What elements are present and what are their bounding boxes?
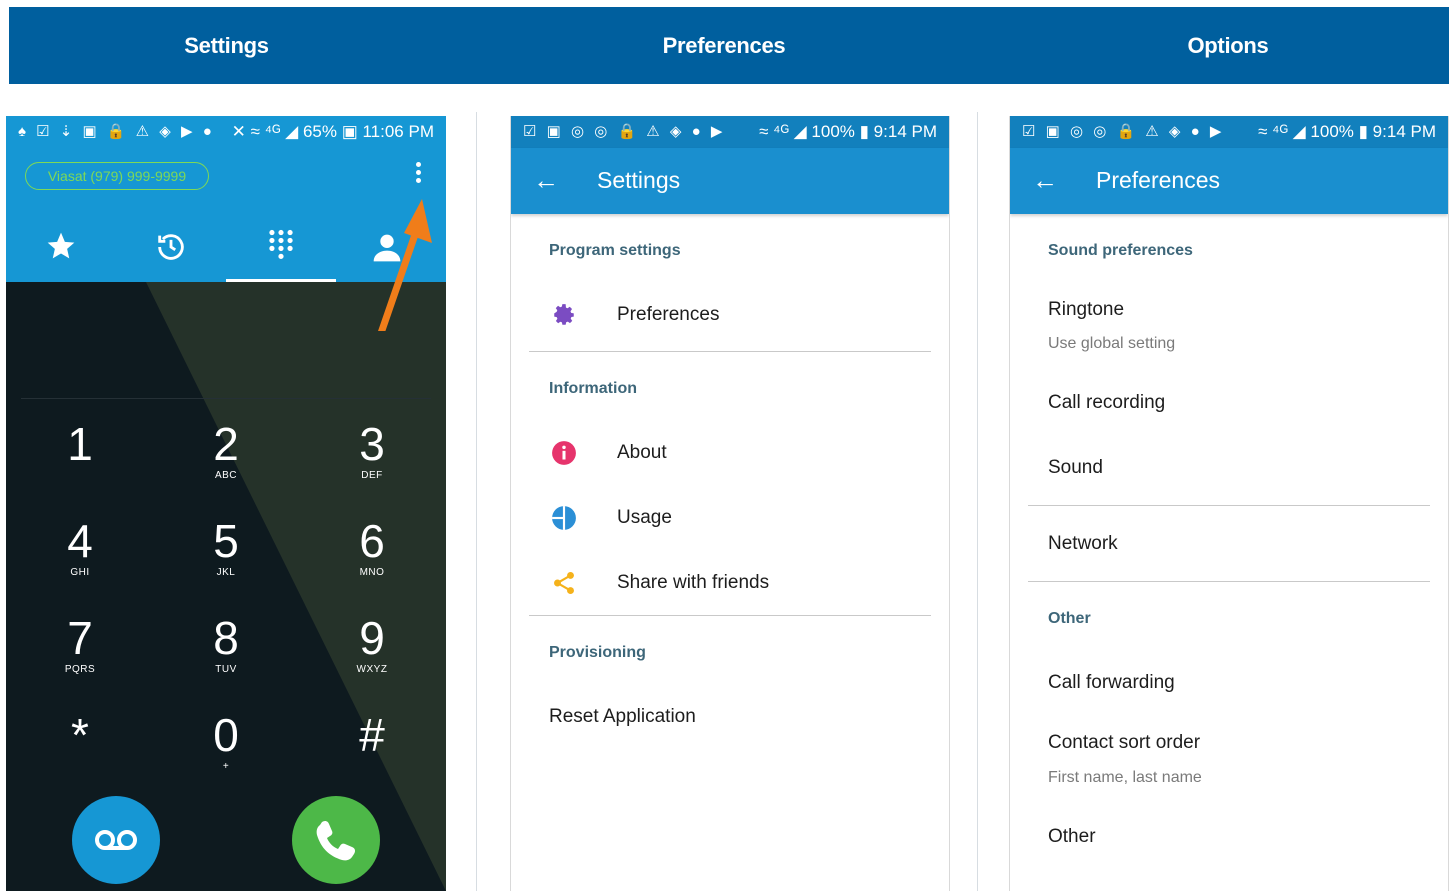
dialpad-key[interactable]: 1 [20, 418, 140, 470]
caller-id-button[interactable]: Viasat (979) 999-9999 [25, 162, 209, 190]
key-letters: GHI [70, 567, 90, 578]
voicemail-button[interactable] [72, 796, 160, 884]
favorites-tab[interactable] [6, 222, 116, 278]
ringtone-value: Use global setting [1048, 335, 1176, 352]
key-digit: 9 [359, 612, 385, 664]
status-right: ✕ ≈ ⁴ᴳ ◢ 65% ▣ 11:06 PM [231, 122, 434, 141]
key-digit: 1 [67, 418, 93, 470]
back-arrow-icon[interactable]: ← [533, 162, 559, 198]
key-digit: 2 [213, 418, 239, 470]
divider [1028, 505, 1430, 506]
call-button[interactable] [292, 796, 380, 884]
dialpad-key[interactable]: # [312, 709, 432, 761]
status-bar: ♠ ☑ ⇣ ▣ 🔒 ⚠ ◈ ▶ ● ✕ ≈ ⁴ᴳ ◢ 65% ▣ 11:06 P… [6, 116, 446, 148]
key-digit: 8 [213, 612, 239, 664]
usage-pie-icon [552, 506, 576, 530]
history-icon [158, 234, 184, 260]
back-arrow-icon[interactable]: ← [1032, 162, 1058, 198]
star-icon [47, 232, 75, 259]
dialpad-key[interactable]: 0 + [166, 709, 286, 773]
app-bar: ← Settings [511, 148, 949, 214]
share-icon [554, 571, 574, 595]
dialpad-tab[interactable] [226, 222, 336, 282]
more-options-icon[interactable] [411, 162, 425, 188]
dialpad-icon [269, 229, 293, 259]
key-letters: PQRS [64, 664, 96, 675]
key-digit: # [359, 709, 385, 761]
divider [1028, 581, 1430, 582]
contact-sort-order-item[interactable]: Contact sort order [1048, 732, 1200, 754]
screen-title: Settings [597, 167, 681, 193]
dialpad-key[interactable]: 6 MNO [312, 515, 432, 579]
ringtone-item[interactable]: Ringtone [1048, 299, 1124, 321]
header-bar: Settings Preferences Options [9, 7, 1449, 84]
settings-screen: ☑ ▣ ◎ ◎ 🔒 ⚠ ◈ ● ▶ ≈ ⁴ᴳ ◢ 100% ▮ 9:14 PM … [510, 116, 950, 891]
key-digit: 7 [67, 612, 93, 664]
section-program-settings: Program settings [549, 242, 681, 259]
header-settings: Settings [184, 33, 269, 58]
column-divider [977, 112, 978, 891]
annotation-arrow [378, 199, 432, 331]
dialer-screen: ♠ ☑ ⇣ ▣ 🔒 ⚠ ◈ ▶ ● ✕ ≈ ⁴ᴳ ◢ 65% ▣ 11:06 P… [6, 116, 446, 891]
section-information: Information [549, 380, 637, 397]
divider [21, 398, 431, 399]
section-sound-preferences: Sound preferences [1048, 242, 1193, 259]
key-digit: * [71, 709, 89, 761]
key-letters: TUV [215, 664, 237, 675]
key-digit: 3 [359, 418, 385, 470]
dialpad-key[interactable]: 9 WXYZ [312, 612, 432, 676]
status-right: ≈ ⁴ᴳ ◢ 100% ▮ 9:14 PM [1258, 122, 1436, 141]
status-icons: ♠ ☑ ⇣ ▣ 🔒 ⚠ ◈ ▶ ● [18, 123, 215, 140]
contact-sort-order-value: First name, last name [1048, 769, 1202, 786]
divider [529, 615, 931, 616]
status-bar: ☑ ▣ ◎ ◎ 🔒 ⚠ ◈ ● ▶ ≈ ⁴ᴳ ◢ 100% ▮ 9:14 PM [1010, 116, 1448, 148]
voicemail-icon [95, 830, 137, 850]
key-letters: WXYZ [356, 664, 388, 675]
reset-application-item[interactable]: Reset Application [549, 706, 696, 728]
key-digit: 5 [213, 515, 239, 567]
preferences-item[interactable]: Preferences [617, 304, 719, 326]
status-bar: ☑ ▣ ◎ ◎ 🔒 ⚠ ◈ ● ▶ ≈ ⁴ᴳ ◢ 100% ▮ 9:14 PM [511, 116, 949, 148]
header-preferences: Preferences [662, 33, 786, 58]
call-recording-item[interactable]: Call recording [1048, 392, 1165, 414]
key-letters: DEF [361, 470, 383, 481]
dialpad-key[interactable]: 7 PQRS [20, 612, 140, 676]
sound-item[interactable]: Sound [1048, 457, 1103, 479]
usage-item[interactable]: Usage [617, 507, 672, 529]
dialpad-key[interactable]: 2 ABC [166, 418, 286, 482]
key-letters: + [222, 761, 230, 772]
key-digit: 4 [67, 515, 93, 567]
key-digit: 0 [213, 709, 239, 761]
other-item[interactable]: Other [1048, 826, 1096, 848]
history-tab[interactable] [116, 222, 226, 278]
dialpad-key[interactable]: * [20, 709, 140, 761]
column-divider [476, 112, 477, 891]
screen-title: Preferences [1096, 167, 1221, 193]
info-icon [552, 441, 576, 465]
about-item[interactable]: About [617, 442, 667, 464]
dialpad-key[interactable]: 8 TUV [166, 612, 286, 676]
divider [529, 351, 931, 352]
status-right: ≈ ⁴ᴳ ◢ 100% ▮ 9:14 PM [759, 122, 937, 141]
status-icons: ☑ ▣ ◎ ◎ 🔒 ⚠ ◈ ● ▶ [1022, 123, 1225, 140]
section-provisioning: Provisioning [549, 644, 646, 661]
key-digit: 6 [359, 515, 385, 567]
network-item[interactable]: Network [1048, 533, 1118, 555]
header-options: Options [1187, 33, 1269, 58]
share-item[interactable]: Share with friends [617, 572, 769, 594]
call-forwarding-item[interactable]: Call forwarding [1048, 672, 1175, 694]
key-letters: ABC [214, 470, 238, 481]
dialpad-key[interactable]: 3 DEF [312, 418, 432, 482]
status-icons: ☑ ▣ ◎ ◎ 🔒 ⚠ ◈ ● ▶ [523, 123, 726, 140]
key-letters: JKL [216, 567, 236, 578]
dialpad-key[interactable]: 5 JKL [166, 515, 286, 579]
phone-icon [316, 820, 356, 861]
app-bar: ← Preferences [1010, 148, 1448, 214]
key-letters: MNO [359, 567, 385, 578]
gear-icon [554, 304, 574, 325]
section-other: Other [1048, 610, 1091, 627]
preferences-screen: ☑ ▣ ◎ ◎ 🔒 ⚠ ◈ ● ▶ ≈ ⁴ᴳ ◢ 100% ▮ 9:14 PM … [1009, 116, 1449, 891]
dialpad-key[interactable]: 4 GHI [20, 515, 140, 579]
